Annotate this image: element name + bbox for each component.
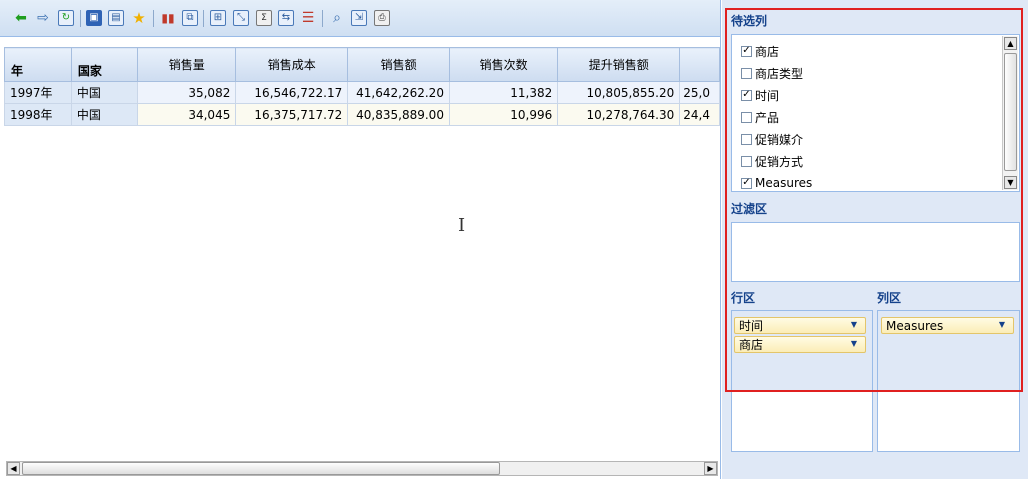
toolbar-separator xyxy=(322,10,323,27)
column-header[interactable]: 提升销售额 xyxy=(557,47,681,82)
list-item[interactable]: 促销媒介 xyxy=(741,130,803,148)
table-cell: 10,278,764.30 xyxy=(557,103,681,126)
properties-icon[interactable]: ⇲ xyxy=(351,10,367,26)
table-row: 1997年 中国 35,082 16,546,722.17 41,642,262… xyxy=(4,81,720,104)
row-area-title: 行区 xyxy=(731,291,756,305)
data-grid: 年 国家 销售量 销售成本 销售额 销售次数 提升销售额 1997年 中国 35… xyxy=(4,37,720,460)
save-icon[interactable]: ▣ xyxy=(86,10,102,26)
row-label-year[interactable]: 1998年 xyxy=(4,103,72,126)
list-item[interactable]: 商店类型 xyxy=(741,64,803,82)
text-cursor-icon: I xyxy=(458,215,466,236)
toolbar-separator xyxy=(153,10,154,27)
horizontal-scrollbar[interactable]: ◀ ▶ xyxy=(6,461,718,476)
scroll-left-icon[interactable]: ◀ xyxy=(7,462,20,475)
filter-icon[interactable]: ⊞ xyxy=(210,10,226,26)
print-icon[interactable]: ⎙ xyxy=(374,10,390,26)
column-header[interactable]: 销售次数 xyxy=(448,47,559,82)
candidates-title: 待选列 xyxy=(731,14,768,28)
checkbox[interactable] xyxy=(741,111,752,123)
checkbox[interactable] xyxy=(741,133,752,145)
candidate-label: 产品 xyxy=(755,110,780,125)
checkbox[interactable]: ✓ xyxy=(741,45,752,57)
checkbox[interactable] xyxy=(741,67,752,79)
favorite-star-icon[interactable]: ★ xyxy=(131,10,147,26)
checkbox[interactable] xyxy=(741,155,752,167)
checkbox[interactable]: ✓ xyxy=(741,89,752,101)
filter-title: 过滤区 xyxy=(731,202,768,216)
column-header[interactable]: 销售成本 xyxy=(235,47,349,82)
toolbar-separator xyxy=(80,10,81,27)
candidate-list: ✓ 商店 商店类型 ✓ 时间 产品 促销媒介 促销方式 ✓ Measures ▲… xyxy=(731,34,1020,192)
chevron-down-icon[interactable]: ▼ xyxy=(999,320,1005,329)
drill-icon[interactable]: ⤡ xyxy=(233,10,249,26)
chart-icon[interactable]: ▮▮ xyxy=(160,10,176,26)
table-cell: 10,805,855.20 xyxy=(557,81,681,104)
pivot-table: 年 国家 销售量 销售成本 销售额 销售次数 提升销售额 1997年 中国 35… xyxy=(4,47,720,126)
table-cell: 34,045 xyxy=(137,103,237,126)
column-header[interactable]: 销售额 xyxy=(347,47,450,82)
field-label: Measures xyxy=(886,318,944,333)
column-header[interactable]: 销售量 xyxy=(137,47,237,82)
back-arrow-icon[interactable]: ⬅ xyxy=(13,10,29,26)
table-cell: 41,642,262.20 xyxy=(347,81,450,104)
field-label: 时间 xyxy=(739,319,764,333)
scroll-down-icon[interactable]: ▼ xyxy=(1004,176,1017,189)
row-label-year[interactable]: 1997年 xyxy=(4,81,72,104)
header-row: 年 国家 销售量 销售成本 销售额 销售次数 提升销售额 xyxy=(4,47,720,82)
list-item[interactable]: 促销方式 xyxy=(741,152,803,170)
checkbox[interactable]: ✓ xyxy=(741,177,752,189)
list-item[interactable]: 产品 xyxy=(741,108,779,126)
row-drop-zone[interactable]: 时间 ▼ 商店 ▼ xyxy=(731,310,873,452)
row-label-country[interactable]: 中国 xyxy=(70,103,139,126)
list-item[interactable]: ✓ 时间 xyxy=(741,86,779,104)
list-item[interactable]: ✓ 商店 xyxy=(741,42,779,60)
table-cell: 35,082 xyxy=(137,81,237,104)
zoom-icon[interactable]: ⌕ xyxy=(329,10,345,26)
sort-icon[interactable]: ☰ xyxy=(300,10,316,26)
column-area-title: 列区 xyxy=(877,291,902,305)
table-cell: 16,375,717.72 xyxy=(235,103,349,126)
chevron-down-icon[interactable]: ▼ xyxy=(851,320,857,329)
table-cell: 25,0 xyxy=(679,81,720,104)
swap-axes-icon[interactable]: ⇆ xyxy=(278,10,294,26)
report-pane: ⬅ ⇨ ↻ ▣ ▤ ★ ▮▮ ⧉ ⊞ ⤡ Σ ⇆ ☰ ⌕ ⇲ ⎙ 年 国家 销售… xyxy=(0,0,721,479)
sum-icon[interactable]: Σ xyxy=(256,10,272,26)
row-header-country[interactable]: 国家 xyxy=(70,47,139,82)
chevron-down-icon[interactable]: ▼ xyxy=(851,339,857,348)
export-icon[interactable]: ⧉ xyxy=(182,10,198,26)
filter-drop-zone[interactable] xyxy=(731,222,1020,282)
scroll-thumb[interactable] xyxy=(1004,53,1017,171)
candidate-label: 商店类型 xyxy=(755,66,804,81)
candidate-label: 促销媒介 xyxy=(755,132,804,147)
refresh-icon[interactable]: ↻ xyxy=(58,10,74,26)
forward-arrow-icon[interactable]: ⇨ xyxy=(35,10,51,26)
column-drop-zone[interactable]: Measures ▼ xyxy=(877,310,1020,452)
toolbar: ⬅ ⇨ ↻ ▣ ▤ ★ ▮▮ ⧉ ⊞ ⤡ Σ ⇆ ☰ ⌕ ⇲ ⎙ xyxy=(0,0,720,37)
row-header-year[interactable]: 年 xyxy=(4,47,72,82)
column-field-pill[interactable]: Measures ▼ xyxy=(881,317,1014,334)
vertical-scrollbar[interactable]: ▲ ▼ xyxy=(1002,36,1018,190)
candidate-label: 商店 xyxy=(755,44,780,59)
table-cell: 10,996 xyxy=(448,103,559,126)
scroll-right-icon[interactable]: ▶ xyxy=(704,462,717,475)
candidate-label: 时间 xyxy=(755,88,780,103)
row-field-pill[interactable]: 商店 ▼ xyxy=(734,336,866,353)
scroll-up-icon[interactable]: ▲ xyxy=(1004,37,1017,50)
field-label: 商店 xyxy=(739,338,764,352)
candidate-label: Measures xyxy=(755,176,813,190)
list-item[interactable]: ✓ Measures xyxy=(741,174,813,191)
toolbar-separator xyxy=(203,10,204,27)
table-row: 1998年 中国 34,045 16,375,717.72 40,835,889… xyxy=(4,103,720,126)
table-cell: 16,546,722.17 xyxy=(235,81,349,104)
table-cell: 11,382 xyxy=(448,81,559,104)
row-field-pill[interactable]: 时间 ▼ xyxy=(734,317,866,334)
table-cell: 40,835,889.00 xyxy=(347,103,450,126)
scroll-thumb[interactable] xyxy=(22,462,500,475)
row-label-country[interactable]: 中国 xyxy=(70,81,139,104)
candidate-label: 促销方式 xyxy=(755,154,804,169)
column-header[interactable] xyxy=(679,47,720,82)
save-as-icon[interactable]: ▤ xyxy=(108,10,124,26)
table-cell: 24,4 xyxy=(679,103,720,126)
